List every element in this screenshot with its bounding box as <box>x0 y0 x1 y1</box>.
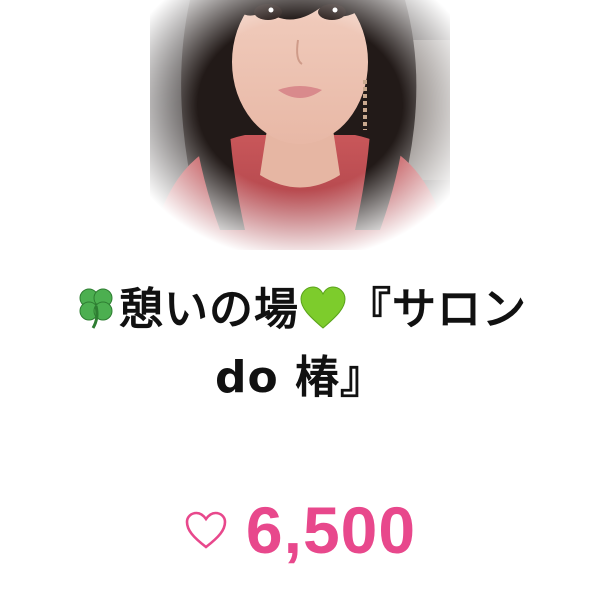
four-leaf-clover-icon <box>73 284 119 330</box>
post-title[interactable]: 憩いの場 『サロン do 椿』 <box>60 276 540 412</box>
like-counter[interactable]: 6,500 <box>0 490 600 570</box>
green-heart-icon <box>299 286 347 330</box>
portrait-image <box>150 0 450 250</box>
profile-photo[interactable] <box>150 0 450 250</box>
post-card[interactable]: 憩いの場 『サロン do 椿』 6,500 <box>0 0 600 600</box>
post-title-text-a: 憩いの場 <box>119 284 299 335</box>
heart-outline-icon[interactable] <box>184 510 228 550</box>
like-count: 6,500 <box>245 493 417 567</box>
